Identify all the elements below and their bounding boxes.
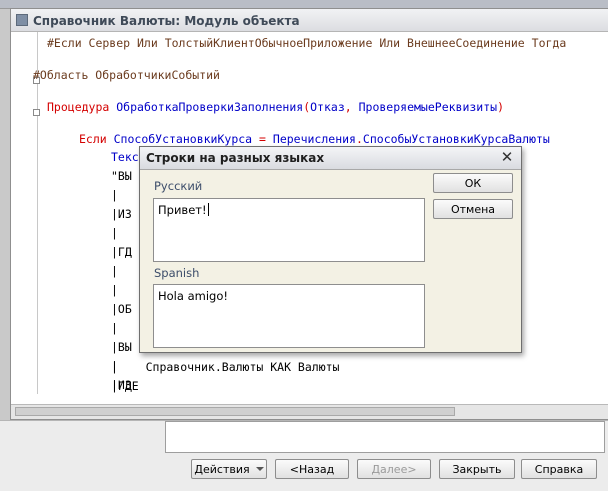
horizontal-scrollbar-thumb[interactable] <box>15 407 455 416</box>
code-line[interactable]: | <box>111 283 118 297</box>
code-token: | <box>111 321 118 335</box>
code-token: |ВЫ <box>111 340 132 354</box>
code-line[interactable]: |ГД <box>111 245 132 259</box>
module-window-titlebar[interactable]: Справочник Валюты: Модуль объекта <box>11 9 608 32</box>
code-token: ОбработкаПроверкиЗаполнения <box>116 100 304 114</box>
translation-field-spanish[interactable]: Hola amigo! <box>153 284 425 348</box>
code-line[interactable]: Если СпособУстановкиКурса = Перечисления… <box>79 132 550 146</box>
close-button[interactable]: Закрыть <box>439 459 515 479</box>
code-token: |ГДЕ <box>111 379 139 393</box>
code-line[interactable]: |ОБ <box>111 302 132 316</box>
code-line[interactable]: | <box>111 226 118 240</box>
code-token: Процедура <box>47 100 117 114</box>
code-line[interactable]: |ИЗ <box>111 207 132 221</box>
code-line[interactable]: Процедура ОбработкаПроверкиЗаполнения(От… <box>47 100 504 114</box>
dialog-titlebar[interactable]: Строки на разных языках ✕ <box>140 147 521 170</box>
code-line[interactable]: |ГДЕ <box>111 379 139 393</box>
code-token: | <box>111 264 118 278</box>
code-token: #Если Сервер Или ТолстыйКлиентОбычноеПри… <box>47 36 567 50</box>
code-line[interactable]: "ВЫ <box>111 169 132 183</box>
code-token: #Область ОбработчикиСобытий <box>33 68 220 82</box>
code-token: СпособыУстановкиКурсаВалюты <box>362 132 550 146</box>
code-token: |ОБ <box>111 302 132 316</box>
code-token: | <box>111 283 118 297</box>
translation-value-spanish: Hola amigo! <box>158 289 228 303</box>
actions-menu-label: Действия <box>194 462 250 476</box>
chevron-down-icon <box>255 467 264 471</box>
language-label-spanish: Spanish <box>154 266 200 280</box>
code-line[interactable]: #Область ОбработчикиСобытий <box>33 68 220 82</box>
code-token: . <box>355 132 363 146</box>
close-icon[interactable]: ✕ <box>499 149 515 165</box>
actions-menu-button[interactable]: Действия <box>191 459 267 479</box>
bottom-text-field[interactable] <box>165 421 605 453</box>
code-token: | Справочник.Валюты КАК Валюты <box>111 360 340 374</box>
code-line[interactable]: | <box>111 321 118 335</box>
code-token: ПроверяемыеРеквизиты <box>358 100 498 114</box>
module-window-icon <box>16 14 28 26</box>
cancel-button[interactable]: Отмена <box>433 199 513 219</box>
next-button[interactable]: Далее> <box>357 459 431 479</box>
code-token: ) <box>497 100 505 114</box>
fold-marker-procedure[interactable] <box>33 109 40 116</box>
horizontal-scrollbar[interactable] <box>11 404 608 419</box>
code-token: , <box>344 100 359 114</box>
code-token: Перечисления <box>272 132 356 146</box>
back-button[interactable]: <Назад <box>275 459 349 479</box>
multilingual-strings-dialog[interactable]: Строки на разных языках ✕ Русский Привет… <box>139 146 522 353</box>
code-token: |ГД <box>111 245 132 259</box>
code-line[interactable]: |ВЫ <box>111 340 132 354</box>
translation-field-russian[interactable]: Привет! <box>153 198 425 262</box>
code-line[interactable]: | Справочник.Валюты КАК Валюты <box>111 360 339 374</box>
code-token: | <box>111 226 118 240</box>
module-window-title: Справочник Валюты: Модуль объекта <box>33 14 300 28</box>
code-token: Если <box>79 132 114 146</box>
editor-gutter <box>37 32 38 394</box>
code-line[interactable]: | <box>111 188 118 202</box>
language-label-russian: Русский <box>154 179 203 193</box>
ok-button[interactable]: ОК <box>433 173 513 193</box>
code-token: = <box>252 132 273 146</box>
code-line[interactable]: #Если Сервер Или ТолстыйКлиентОбычноеПри… <box>47 36 566 50</box>
bottom-panel: Действия <Назад Далее> Закрыть Справка <box>0 420 608 491</box>
dialog-title: Строки на разных языках <box>146 151 325 165</box>
code-token: Отказ <box>310 100 345 114</box>
code-token: "ВЫ <box>111 169 132 183</box>
code-token: |ИЗ <box>111 207 132 221</box>
help-button[interactable]: Справка <box>521 459 597 479</box>
translation-value-russian: Привет! <box>158 203 207 217</box>
text-caret <box>207 203 209 216</box>
code-token: | <box>111 188 118 202</box>
code-token: СпособУстановкиКурса <box>113 132 253 146</box>
